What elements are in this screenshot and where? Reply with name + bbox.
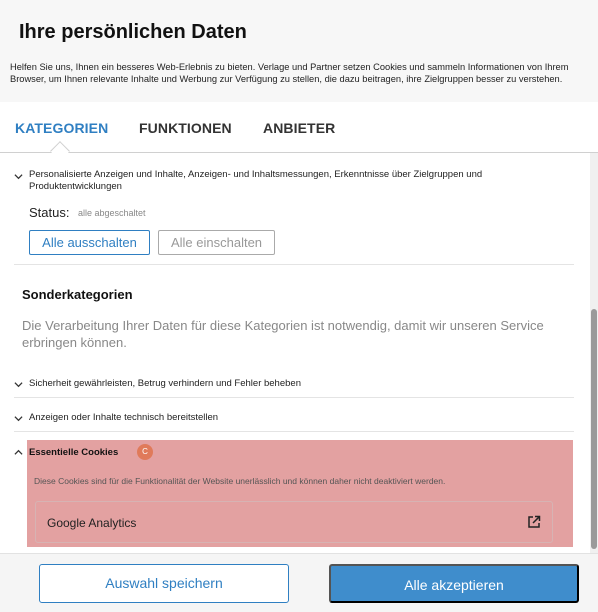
intro-text: Helfen Sie uns, Ihnen ein besseres Web-E… <box>10 62 569 85</box>
tab-anbieter[interactable]: ANBIETER <box>263 120 335 136</box>
page-title: Ihre persönlichen Daten <box>19 21 247 43</box>
enable-all-button[interactable]: Alle einschalten <box>158 230 275 255</box>
chevron-down-icon[interactable] <box>14 380 24 390</box>
status-label: Status: <box>29 205 70 220</box>
special-categories-description: Die Verarbeitung Ihrer Daten für diese K… <box>22 318 544 350</box>
category-list[interactable]: Personalisierte Anzeigen und Inhalte, An… <box>0 153 598 553</box>
status-badge: C <box>137 444 153 460</box>
header <box>0 0 598 102</box>
accordion-technical-delivery[interactable]: Anzeigen oder Inhalte technisch bereitst… <box>29 412 218 424</box>
vendor-name: Google Analytics <box>47 516 137 530</box>
accordion-personalized[interactable]: Personalisierte Anzeigen und Inhalte, An… <box>29 169 549 193</box>
scrollbar-thumb[interactable] <box>591 309 597 549</box>
accordion-security[interactable]: Sicherheit gewährleisten, Betrug verhind… <box>29 378 301 390</box>
essential-cookies-description: Diese Cookies sind für die Funktionalitä… <box>34 476 446 486</box>
accept-all-button[interactable]: Alle akzeptieren <box>329 564 579 603</box>
tab-bar: KATEGORIEN FUNKTIONEN ANBIETER <box>0 102 598 153</box>
chevron-up-icon[interactable] <box>14 448 24 458</box>
chevron-down-icon[interactable] <box>14 414 24 424</box>
tab-kategorien[interactable]: KATEGORIEN <box>15 120 108 136</box>
special-categories-title: Sonderkategorien <box>22 287 133 302</box>
divider <box>14 431 574 432</box>
external-link-icon[interactable] <box>527 515 541 529</box>
disable-all-button[interactable]: Alle ausschalten <box>29 230 150 255</box>
vendor-row-google-analytics[interactable]: Google Analytics <box>35 501 553 543</box>
status-value: alle abgeschaltet <box>78 208 146 218</box>
chevron-down-icon[interactable] <box>14 172 24 182</box>
scrollbar[interactable] <box>590 153 598 553</box>
divider <box>14 264 574 265</box>
divider <box>14 397 574 398</box>
tab-funktionen[interactable]: FUNKTIONEN <box>139 120 232 136</box>
save-selection-button[interactable]: Auswahl speichern <box>39 564 289 603</box>
footer: Auswahl speichern Alle akzeptieren <box>0 553 598 612</box>
accordion-essential-cookies[interactable]: Essentielle Cookies <box>29 447 118 458</box>
